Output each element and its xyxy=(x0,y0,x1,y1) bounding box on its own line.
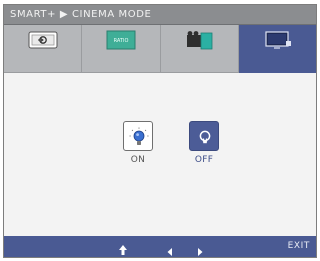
option-off-label: OFF xyxy=(194,155,214,165)
option-off[interactable]: OFF xyxy=(174,121,234,165)
bulb-off-icon xyxy=(199,130,211,144)
input-source-icon xyxy=(28,31,58,49)
bulb-on-icon xyxy=(129,127,149,145)
menu-tabs: RATIO xyxy=(4,25,316,73)
enter-arrow-icon[interactable] xyxy=(118,241,128,260)
cinema-mode-icon xyxy=(187,31,213,50)
menu-title: SMART+ ▶ CINEMA MODE xyxy=(10,9,152,20)
option-on-button[interactable] xyxy=(123,121,153,151)
tab-aspect-ratio[interactable]: RATIO xyxy=(82,25,161,73)
tab-input-source[interactable] xyxy=(4,25,83,73)
svg-text:RATIO: RATIO xyxy=(113,38,128,44)
option-on-label: ON xyxy=(130,155,146,165)
exit-button[interactable]: EXIT xyxy=(288,241,310,251)
bottom-nav-bar: EXIT xyxy=(4,236,316,257)
tab-cinema-mode[interactable] xyxy=(160,25,239,73)
right-arrow-icon[interactable] xyxy=(196,242,204,261)
osd-menu-window: SMART+ ▶ CINEMA MODE RATIO ON OFF EXIT xyxy=(3,4,317,258)
option-on[interactable]: ON xyxy=(108,121,168,165)
aspect-ratio-icon: RATIO xyxy=(106,30,136,50)
option-off-button[interactable] xyxy=(189,121,219,151)
monitor-settings-icon xyxy=(265,31,292,49)
left-arrow-icon[interactable] xyxy=(166,242,174,261)
title-bar: SMART+ ▶ CINEMA MODE xyxy=(4,5,316,25)
tab-monitor-settings[interactable] xyxy=(238,25,316,73)
cinema-mode-panel: ON OFF xyxy=(4,73,316,236)
